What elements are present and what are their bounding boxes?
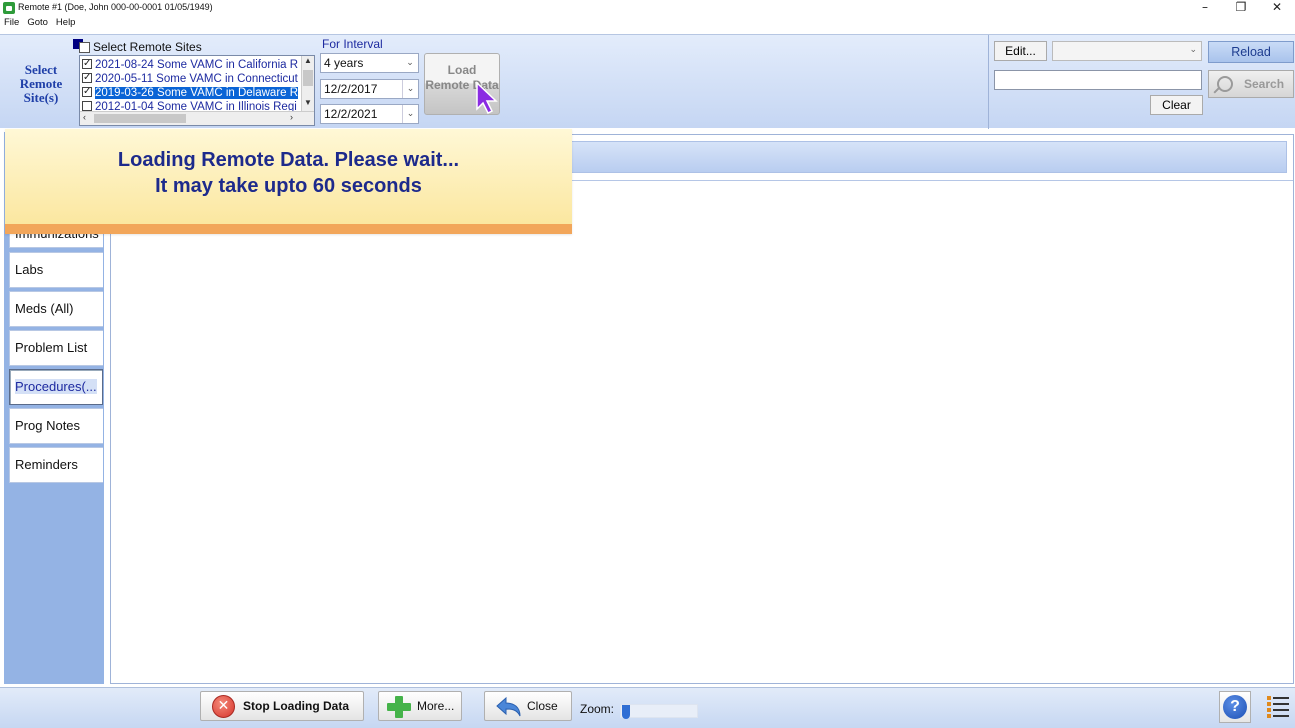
clear-button[interactable]: Clear bbox=[1150, 95, 1203, 115]
site-checkbox[interactable] bbox=[82, 72, 92, 85]
site-checkbox[interactable] bbox=[82, 101, 92, 111]
menu-help[interactable]: Help bbox=[56, 17, 76, 32]
restore-button[interactable]: ❐ bbox=[1223, 0, 1259, 16]
scroll-down-icon[interactable]: ▼ bbox=[302, 98, 314, 107]
scroll-thumb[interactable] bbox=[303, 70, 313, 86]
loading-message-line1: Loading Remote Data. Please wait... bbox=[117, 149, 460, 171]
site-item[interactable]: 2020-05-11 Some VAMC in Connecticut bbox=[82, 72, 300, 86]
app-lock-icon bbox=[3, 2, 15, 14]
filter-select[interactable]: ⌄ bbox=[1052, 41, 1202, 61]
interval-label: For Interval bbox=[322, 37, 383, 51]
zoom-slider-thumb[interactable] bbox=[622, 705, 630, 719]
date-from-picker[interactable]: 12/2/2017 ⌄ bbox=[320, 79, 419, 99]
scroll-up-icon[interactable]: ▲ bbox=[302, 56, 314, 65]
nav-item-prog-notes[interactable]: Prog Notes bbox=[9, 408, 103, 444]
site-item[interactable]: 2021-08-24 Some VAMC in California R bbox=[82, 58, 300, 72]
help-icon: ? bbox=[1223, 695, 1247, 719]
window-title: Remote #1 (Doe, John 000-00-0001 01/05/1… bbox=[18, 2, 213, 12]
app-window: Remote #1 (Doe, John 000-00-0001 01/05/1… bbox=[0, 0, 1295, 728]
search-button[interactable]: Search bbox=[1208, 70, 1294, 98]
more-button[interactable]: More... bbox=[378, 691, 462, 721]
scroll-right-icon[interactable]: › bbox=[290, 112, 293, 122]
scroll-thumb[interactable] bbox=[94, 114, 186, 123]
search-input[interactable] bbox=[994, 70, 1202, 90]
search-icon bbox=[1217, 76, 1233, 92]
chevron-down-icon[interactable]: ⌄ bbox=[402, 54, 418, 72]
scroll-left-icon[interactable]: ‹ bbox=[83, 112, 86, 122]
select-remote-sites-label[interactable]: Select Remote Site(s) bbox=[8, 63, 74, 105]
bottom-toolbar: ✕ Stop Loading Data More... Close Zoom: … bbox=[0, 687, 1295, 728]
remote-sites-list[interactable]: 2021-08-24 Some VAMC in California R 202… bbox=[79, 55, 315, 126]
mouse-cursor-icon bbox=[476, 81, 498, 115]
nav-item-labs[interactable]: Labs bbox=[9, 252, 103, 288]
zoom-label: Zoom: bbox=[580, 702, 615, 716]
stop-loading-button[interactable]: ✕ Stop Loading Data bbox=[200, 691, 364, 721]
site-item-selected[interactable]: 2019-03-26 Some VAMC in Delaware R bbox=[82, 86, 300, 100]
help-button[interactable]: ? bbox=[1219, 691, 1251, 723]
list-view-icon[interactable] bbox=[1262, 691, 1294, 723]
zoom-slider[interactable] bbox=[620, 704, 698, 719]
chevron-down-icon[interactable]: ⌄ bbox=[402, 80, 418, 98]
nav-item-procedures[interactable]: Procedures(... bbox=[9, 369, 103, 405]
menu-file[interactable]: File bbox=[4, 17, 19, 32]
chevron-down-icon[interactable]: ⌄ bbox=[402, 105, 418, 123]
sites-vertical-scrollbar[interactable]: ▲ ▼ bbox=[301, 56, 314, 112]
menu-goto[interactable]: Goto bbox=[27, 17, 48, 32]
nav-item-problem-list[interactable]: Problem List bbox=[9, 330, 103, 366]
sites-horizontal-scrollbar[interactable]: ‹ › bbox=[80, 111, 314, 125]
date-to-picker[interactable]: 12/2/2021 ⌄ bbox=[320, 104, 419, 124]
loading-message-panel: Loading Remote Data. Please wait... It m… bbox=[5, 129, 572, 234]
chevron-down-icon[interactable]: ⌄ bbox=[1189, 45, 1197, 55]
site-checkbox[interactable] bbox=[82, 86, 92, 99]
title-bar: Remote #1 (Doe, John 000-00-0001 01/05/1… bbox=[0, 0, 1295, 16]
interval-select[interactable]: 4 years ⌄ bbox=[320, 53, 419, 73]
back-arrow-icon bbox=[496, 696, 521, 717]
edit-button[interactable]: Edit... bbox=[994, 41, 1047, 61]
select-all-sites-checkbox[interactable] bbox=[73, 39, 90, 53]
minimize-button[interactable]: – bbox=[1187, 0, 1223, 16]
remote-toolbar: Select Remote Site(s) Select Remote Site… bbox=[0, 34, 1295, 129]
plus-icon bbox=[387, 696, 411, 718]
nav-item-meds[interactable]: Meds (All) bbox=[9, 291, 103, 327]
reload-button[interactable]: Reload bbox=[1208, 41, 1294, 63]
site-checkbox[interactable] bbox=[82, 58, 92, 71]
loading-message-line2: It may take upto 60 seconds bbox=[155, 175, 422, 197]
close-window-button[interactable]: ✕ bbox=[1259, 0, 1295, 16]
stop-icon: ✕ bbox=[212, 695, 235, 718]
search-panel: Edit... ⌄ Reload Search Clear bbox=[988, 35, 1295, 129]
close-button[interactable]: Close bbox=[484, 691, 572, 721]
nav-item-reminders[interactable]: Reminders bbox=[9, 447, 103, 483]
menu-bar: File Goto Help bbox=[0, 17, 75, 32]
sites-header-label: Select Remote Sites bbox=[93, 40, 202, 54]
